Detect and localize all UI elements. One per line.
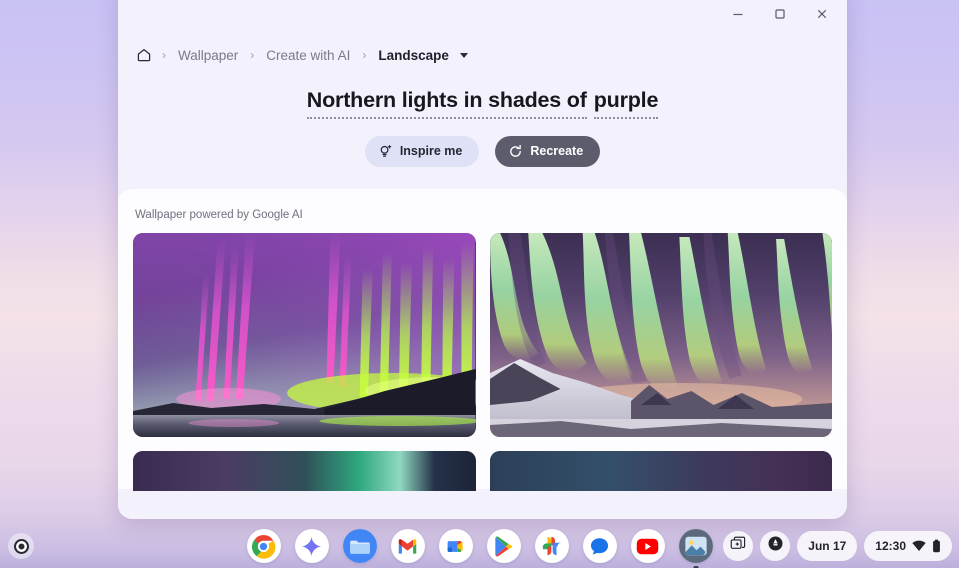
quick-settings-button[interactable] [760, 531, 791, 561]
screen-capture-button[interactable] [723, 531, 754, 561]
shelf-item-gemini[interactable] [294, 529, 329, 563]
lightbulb-sparkle-icon [378, 144, 393, 159]
breadcrumb-item-wallpaper[interactable]: Wallpaper [170, 44, 246, 67]
screen-capture-icon [730, 536, 746, 557]
date-tray-button[interactable]: Jun 17 [797, 531, 858, 561]
prompt-title: Northern lights in shades of purple [118, 88, 847, 119]
shelf-item-play-store[interactable] [486, 529, 521, 563]
recreate-label: Recreate [530, 144, 584, 159]
window-titlebar[interactable] [118, 0, 847, 28]
wallpaper-result-3[interactable] [133, 450, 476, 491]
shelf-item-wallpaper[interactable] [678, 529, 713, 563]
photos-icon [541, 535, 563, 557]
shelf-item-meet[interactable] [438, 529, 473, 563]
results-grid [133, 232, 832, 491]
play-store-icon [494, 535, 513, 557]
wallpaper-result-1[interactable] [133, 232, 476, 437]
breadcrumb-item-landscape[interactable]: Landscape [370, 44, 451, 67]
prompt-segment-color[interactable]: purple [593, 88, 658, 119]
messages-icon [589, 536, 610, 557]
minimize-button[interactable] [717, 0, 759, 28]
wallpaper-icon [678, 529, 713, 563]
maximize-button[interactable] [759, 0, 801, 28]
wallpaper-app-window: › Wallpaper › Create with AI › Landscape… [118, 0, 847, 519]
refresh-icon [508, 144, 523, 159]
meet-icon [445, 537, 466, 556]
gemini-icon [301, 536, 322, 557]
files-icon [342, 529, 377, 563]
shelf-item-chrome[interactable] [246, 529, 281, 563]
recreate-button[interactable]: Recreate [495, 135, 601, 167]
home-icon[interactable] [134, 43, 158, 67]
breadcrumb-item-create-with-ai[interactable]: Create with AI [258, 44, 358, 67]
breadcrumb: › Wallpaper › Create with AI › Landscape [118, 28, 847, 74]
close-button[interactable] [801, 0, 843, 28]
launcher-icon [13, 538, 29, 554]
results-caption: Wallpaper powered by Google AI [135, 208, 303, 221]
breadcrumb-separator-3: › [362, 48, 367, 62]
time-label: 12:30 [875, 539, 906, 553]
status-tray-button[interactable]: 12:30 [864, 531, 952, 561]
breadcrumb-separator-2: › [250, 48, 255, 62]
wallpaper-result-2[interactable] [489, 232, 832, 437]
wifi-icon [912, 540, 926, 552]
wallpaper-result-4[interactable] [489, 450, 832, 491]
inspire-me-button[interactable]: Inspire me [364, 135, 480, 167]
gmail-icon [397, 538, 418, 555]
shelf-item-gmail[interactable] [390, 529, 425, 563]
results-panel: Wallpaper powered by Google AI [118, 188, 847, 491]
shelf-item-youtube[interactable] [630, 529, 665, 563]
chevron-down-icon[interactable] [459, 52, 468, 58]
battery-icon [932, 539, 941, 553]
chromeos-shelf: Jun 17 12:30 [0, 524, 959, 568]
shelf-status-area: Jun 17 12:30 [723, 531, 952, 561]
quick-settings-icon [767, 535, 784, 557]
inspire-me-label: Inspire me [399, 144, 463, 159]
launcher-button[interactable] [8, 533, 34, 559]
shelf-item-files[interactable] [342, 529, 377, 563]
breadcrumb-separator-1: › [162, 48, 166, 62]
prompt-actions: Inspire me Recreate [118, 135, 847, 167]
chrome-icon [251, 534, 276, 559]
shelf-app-row [246, 529, 713, 563]
date-label: Jun 17 [808, 539, 847, 553]
prompt-segment-subject[interactable]: Northern lights in shades of [306, 88, 587, 119]
shelf-item-photos[interactable] [534, 529, 569, 563]
shelf-item-messages[interactable] [582, 529, 617, 563]
youtube-icon [636, 538, 659, 555]
